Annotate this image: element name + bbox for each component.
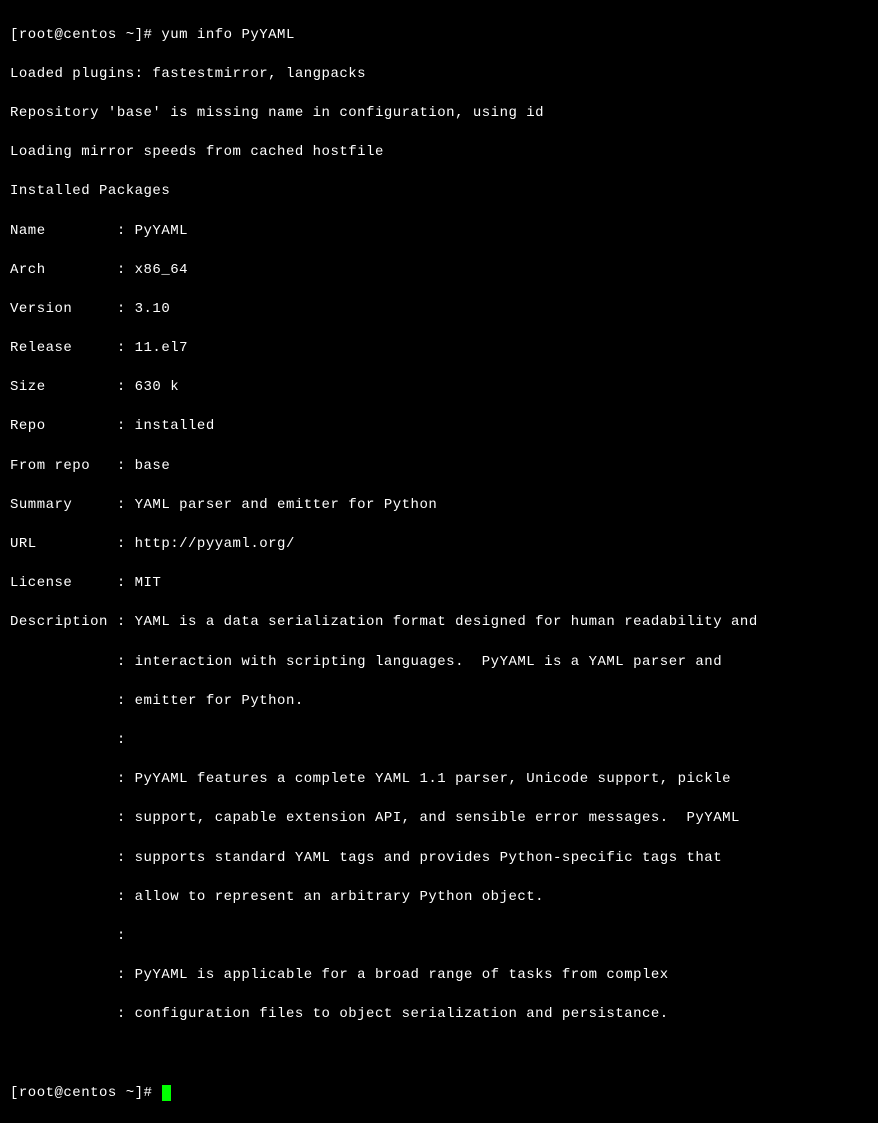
field-arch: Arch : x86_64	[10, 261, 868, 281]
field-license: License : MIT	[10, 574, 868, 594]
field-from-repo: From repo : base	[10, 457, 868, 477]
prompt-text: [root@centos ~]#	[10, 27, 152, 43]
command-text: yum info PyYAML	[161, 27, 295, 43]
field-description-cont: : support, capable extension API, and se…	[10, 809, 868, 829]
output-line: Loaded plugins: fastestmirror, langpacks	[10, 65, 868, 85]
field-description-cont: : emitter for Python.	[10, 692, 868, 712]
field-repo: Repo : installed	[10, 417, 868, 437]
field-size: Size : 630 k	[10, 378, 868, 398]
field-description-cont: :	[10, 731, 868, 751]
field-description-cont: : supports standard YAML tags and provid…	[10, 849, 868, 869]
output-line: Installed Packages	[10, 182, 868, 202]
field-name: Name : PyYAML	[10, 222, 868, 242]
field-description-cont: : PyYAML features a complete YAML 1.1 pa…	[10, 770, 868, 790]
terminal-output[interactable]: [root@centos ~]# yum info PyYAML Loaded …	[10, 6, 868, 1123]
field-description-cont: : configuration files to object serializ…	[10, 1005, 868, 1025]
cursor-icon	[162, 1085, 171, 1101]
field-url: URL : http://pyyaml.org/	[10, 535, 868, 555]
field-description-cont: : allow to represent an arbitrary Python…	[10, 888, 868, 908]
field-description-cont: :	[10, 927, 868, 947]
field-release: Release : 11.el7	[10, 339, 868, 359]
field-summary: Summary : YAML parser and emitter for Py…	[10, 496, 868, 516]
field-description-cont: : PyYAML is applicable for a broad range…	[10, 966, 868, 986]
command-line-1: [root@centos ~]# yum info PyYAML	[10, 26, 868, 46]
field-version: Version : 3.10	[10, 300, 868, 320]
prompt-text: [root@centos ~]#	[10, 1085, 152, 1101]
output-line: Repository 'base' is missing name in con…	[10, 104, 868, 124]
field-description-cont: : interaction with scripting languages. …	[10, 653, 868, 673]
blank-line	[10, 1044, 868, 1064]
command-line-2: [root@centos ~]#	[10, 1084, 868, 1104]
field-description: Description : YAML is a data serializati…	[10, 613, 868, 633]
output-line: Loading mirror speeds from cached hostfi…	[10, 143, 868, 163]
